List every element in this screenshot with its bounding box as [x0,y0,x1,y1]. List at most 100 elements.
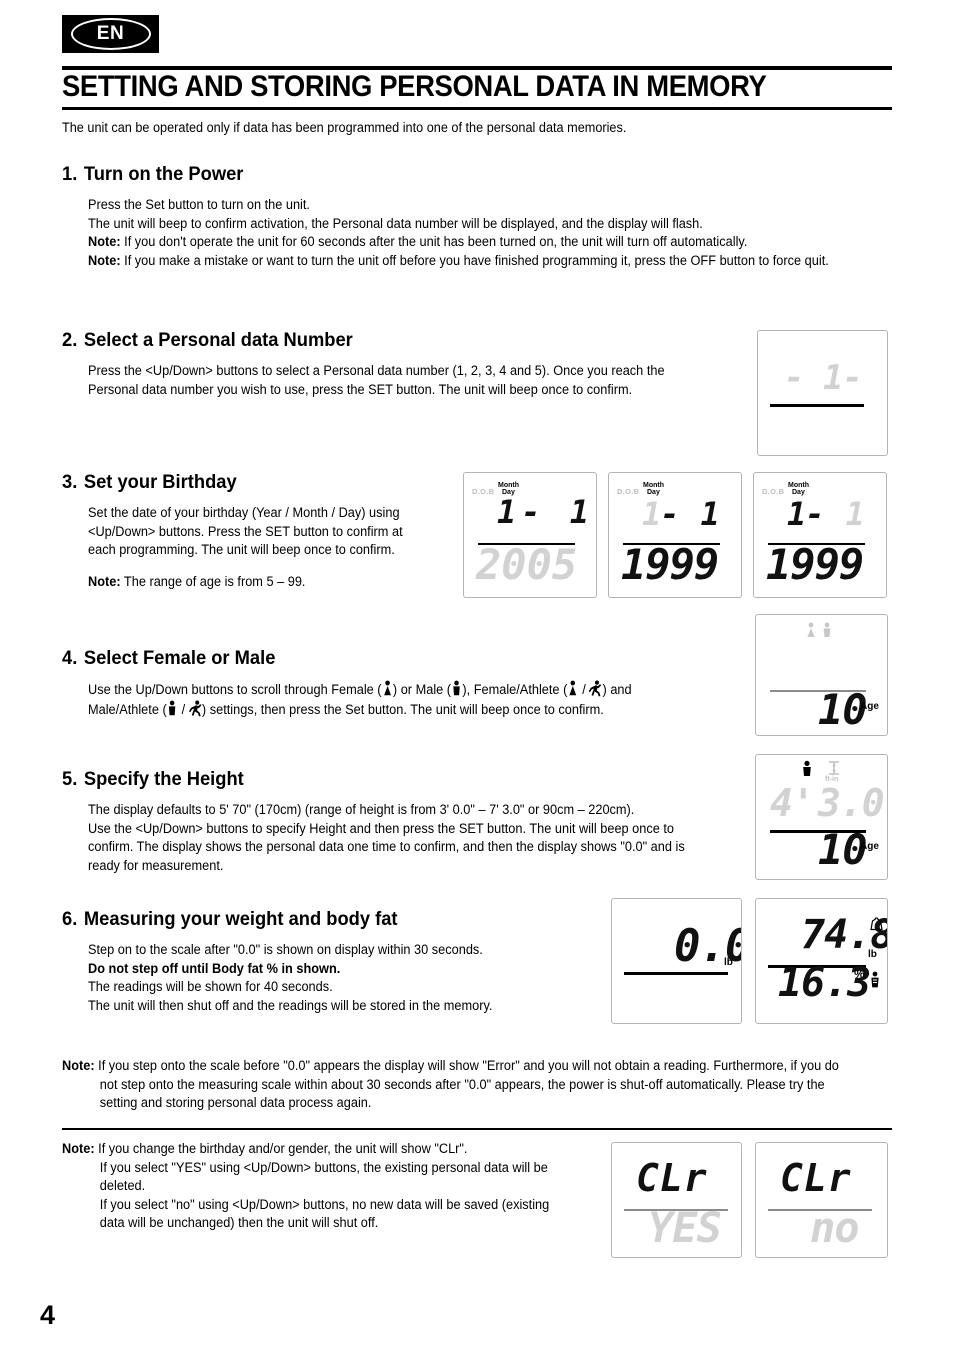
clr-note-line-3: If you select "no" using <Up/Down> butto… [99,1196,550,1231]
document-page: EN SETTING AND STORING PERSONAL DATA IN … [0,0,954,1354]
language-badge-label: EN [70,18,151,50]
lcd-date-dash: - [660,495,679,533]
title-rule-bottom [62,107,892,110]
lcd-date-dash: - [805,495,824,533]
section-1-title: Turn on the Power [83,163,244,185]
male-icon [167,700,178,717]
body-fat-person-icon [868,971,882,994]
section-3-note-text: The range of age is from 5 – 99. [123,573,306,589]
lcd-month-label: Month [643,482,664,489]
error-note-text: If you step onto the scale before "0.0" … [98,1058,839,1111]
lcd-birthday-year-value: 1999 [621,540,719,589]
lcd-birthday-year-value: 2005 [476,540,578,589]
section-4-title: Select Female or Male [83,647,276,669]
lcd-birthday-year: D.O.B Month Day 1- 1 2005 [463,472,597,598]
section-5-title: Specify the Height [83,768,244,790]
section-4-paragraph: Use the Up/Down buttons to scroll throug… [88,680,693,719]
lcd-height-feet: 4' [770,781,815,825]
female-icon [382,680,393,697]
lcd-male-icon [800,760,814,782]
lcd-clr-yes: CLr YES [611,1142,742,1258]
lcd-birthday-month: D.O.B Month Day 1- 1 1999 [608,472,742,598]
athlete-icon [188,700,202,717]
lcd-age-label: Age [860,701,879,712]
lcd-age-label: Age [860,841,879,852]
lcd-dob-label: D.O.B [472,487,495,496]
clr-note-line-2: If you select "YES" using <Up/Down> butt… [99,1159,548,1194]
error-note: Note: If you step onto the scale before … [62,1057,854,1113]
weight-scale-icon [870,917,883,936]
section-2-body: Press the <Up/Down> buttons to select a … [88,362,693,399]
lcd-clr-answer: no [810,1203,860,1252]
section-6-line-2: The readings will be shown for 40 second… [88,979,333,995]
lcd-weight-unit: lb [868,949,877,960]
intro-paragraph: The unit can be operated only if data ha… [62,120,627,135]
section-3-number: 3. [62,471,78,493]
section-6-line-3: The unit will then shut off and the read… [88,997,493,1013]
section-2-title: Select a Personal data Number [83,329,353,351]
note-label: Note: [62,1058,95,1073]
section-5-line-1: The display defaults to 5' 70" (170cm) (… [88,802,635,817]
lcd-birthday-md-value: 1- 1 [497,493,595,531]
section-6-line-1: Step on to the scale after "0.0" is show… [88,942,483,957]
section-4-heading: 4. Select Female or Male [62,647,275,670]
section-5-number: 5. [62,768,78,790]
section-divider-rule [62,1128,892,1130]
section-3-body: Set the date of your birthday (Year / Mo… [88,504,419,591]
lcd-month-label: Month [498,482,519,489]
section-4-text-d: / [578,682,590,697]
note-label: Note: [88,573,121,589]
page-title: SETTING AND STORING PERSONAL DATA IN MEM… [62,70,767,103]
note-label: Note: [88,234,121,250]
section-4-text-a: Use the Up/Down buttons to scroll throug… [88,682,382,697]
section-1-body: Press the Set button to turn on the unit… [88,196,863,270]
section-5-line-2: Use the <Up/Down> buttons to specify Hei… [88,820,685,873]
lcd-clr-no: CLr no [755,1142,888,1258]
section-6-body: Step on to the scale after "0.0" is show… [88,941,579,1015]
male-icon [451,680,462,697]
lcd-day-value: 1 [845,495,865,533]
lcd-personal-number-value: - 1- [784,358,863,398]
section-4-body: Use the Up/Down buttons to scroll throug… [88,680,693,719]
lcd-gender-icons [802,621,838,644]
section-6-heading: 6. Measuring your weight and body fat [62,908,398,931]
note-label: Note: [88,252,121,268]
lcd-fat-unit: % [854,967,865,981]
note-label: Note: [62,1141,95,1156]
lcd-clr-text: CLr [636,1156,708,1200]
lcd-birthday-year-value: 1999 [766,540,864,589]
section-3-heading: 3. Set your Birthday [62,471,237,494]
lcd-dob-label: D.O.B [617,487,640,496]
section-1-note-2-text: If you make a mistake or want to turn th… [124,252,829,268]
section-4-text-b: ) or Male ( [392,682,452,697]
section-1-heading: 1. Turn on the Power [62,163,243,186]
section-1-note-1: Note: If you don't operate the unit for … [88,233,863,252]
section-1-note-1-text: If you don't operate the unit for 60 sec… [124,234,748,250]
section-4-text-g: ) settings, then press the Set button. T… [201,701,604,717]
section-2-line-1: Press the <Up/Down> buttons to select a … [88,363,665,397]
lcd-month-label: Month [788,482,809,489]
section-3-note: Note: The range of age is from 5 – 99. [88,573,419,592]
language-badge: EN [62,15,159,53]
lcd-divider [624,972,728,975]
section-4-number: 4. [62,647,78,669]
athlete-icon [589,680,602,697]
section-2-heading: 2. Select a Personal data Number [62,329,353,352]
section-4-text-c: ), Female/Athlete ( [462,682,568,697]
lcd-month-value: 1 [787,495,806,533]
lcd-clr-answer: YES [648,1203,722,1252]
lcd-height-inches: 3.0" [818,781,887,825]
lcd-gender-age: 10 Age [755,614,888,736]
section-1-line-2: The unit will beep to confirm activation… [88,215,703,231]
lcd-height-age: ft-in 4' 3.0" 10 Age [755,754,888,880]
lcd-clr-text: CLr [780,1156,852,1200]
section-3-line-1: Set the date of your birthday (Year / Mo… [88,505,403,558]
section-5-heading: 5. Specify the Height [62,768,244,791]
clr-note-line-1: If you change the birthday and/or gender… [98,1141,468,1156]
female-icon [567,680,578,697]
section-6-number: 6. [62,908,78,930]
lcd-personal-number: - 1- [757,330,888,456]
lcd-day-value: 1 [700,495,720,533]
lcd-divider [770,404,864,407]
section-3-title: Set your Birthday [83,471,237,493]
